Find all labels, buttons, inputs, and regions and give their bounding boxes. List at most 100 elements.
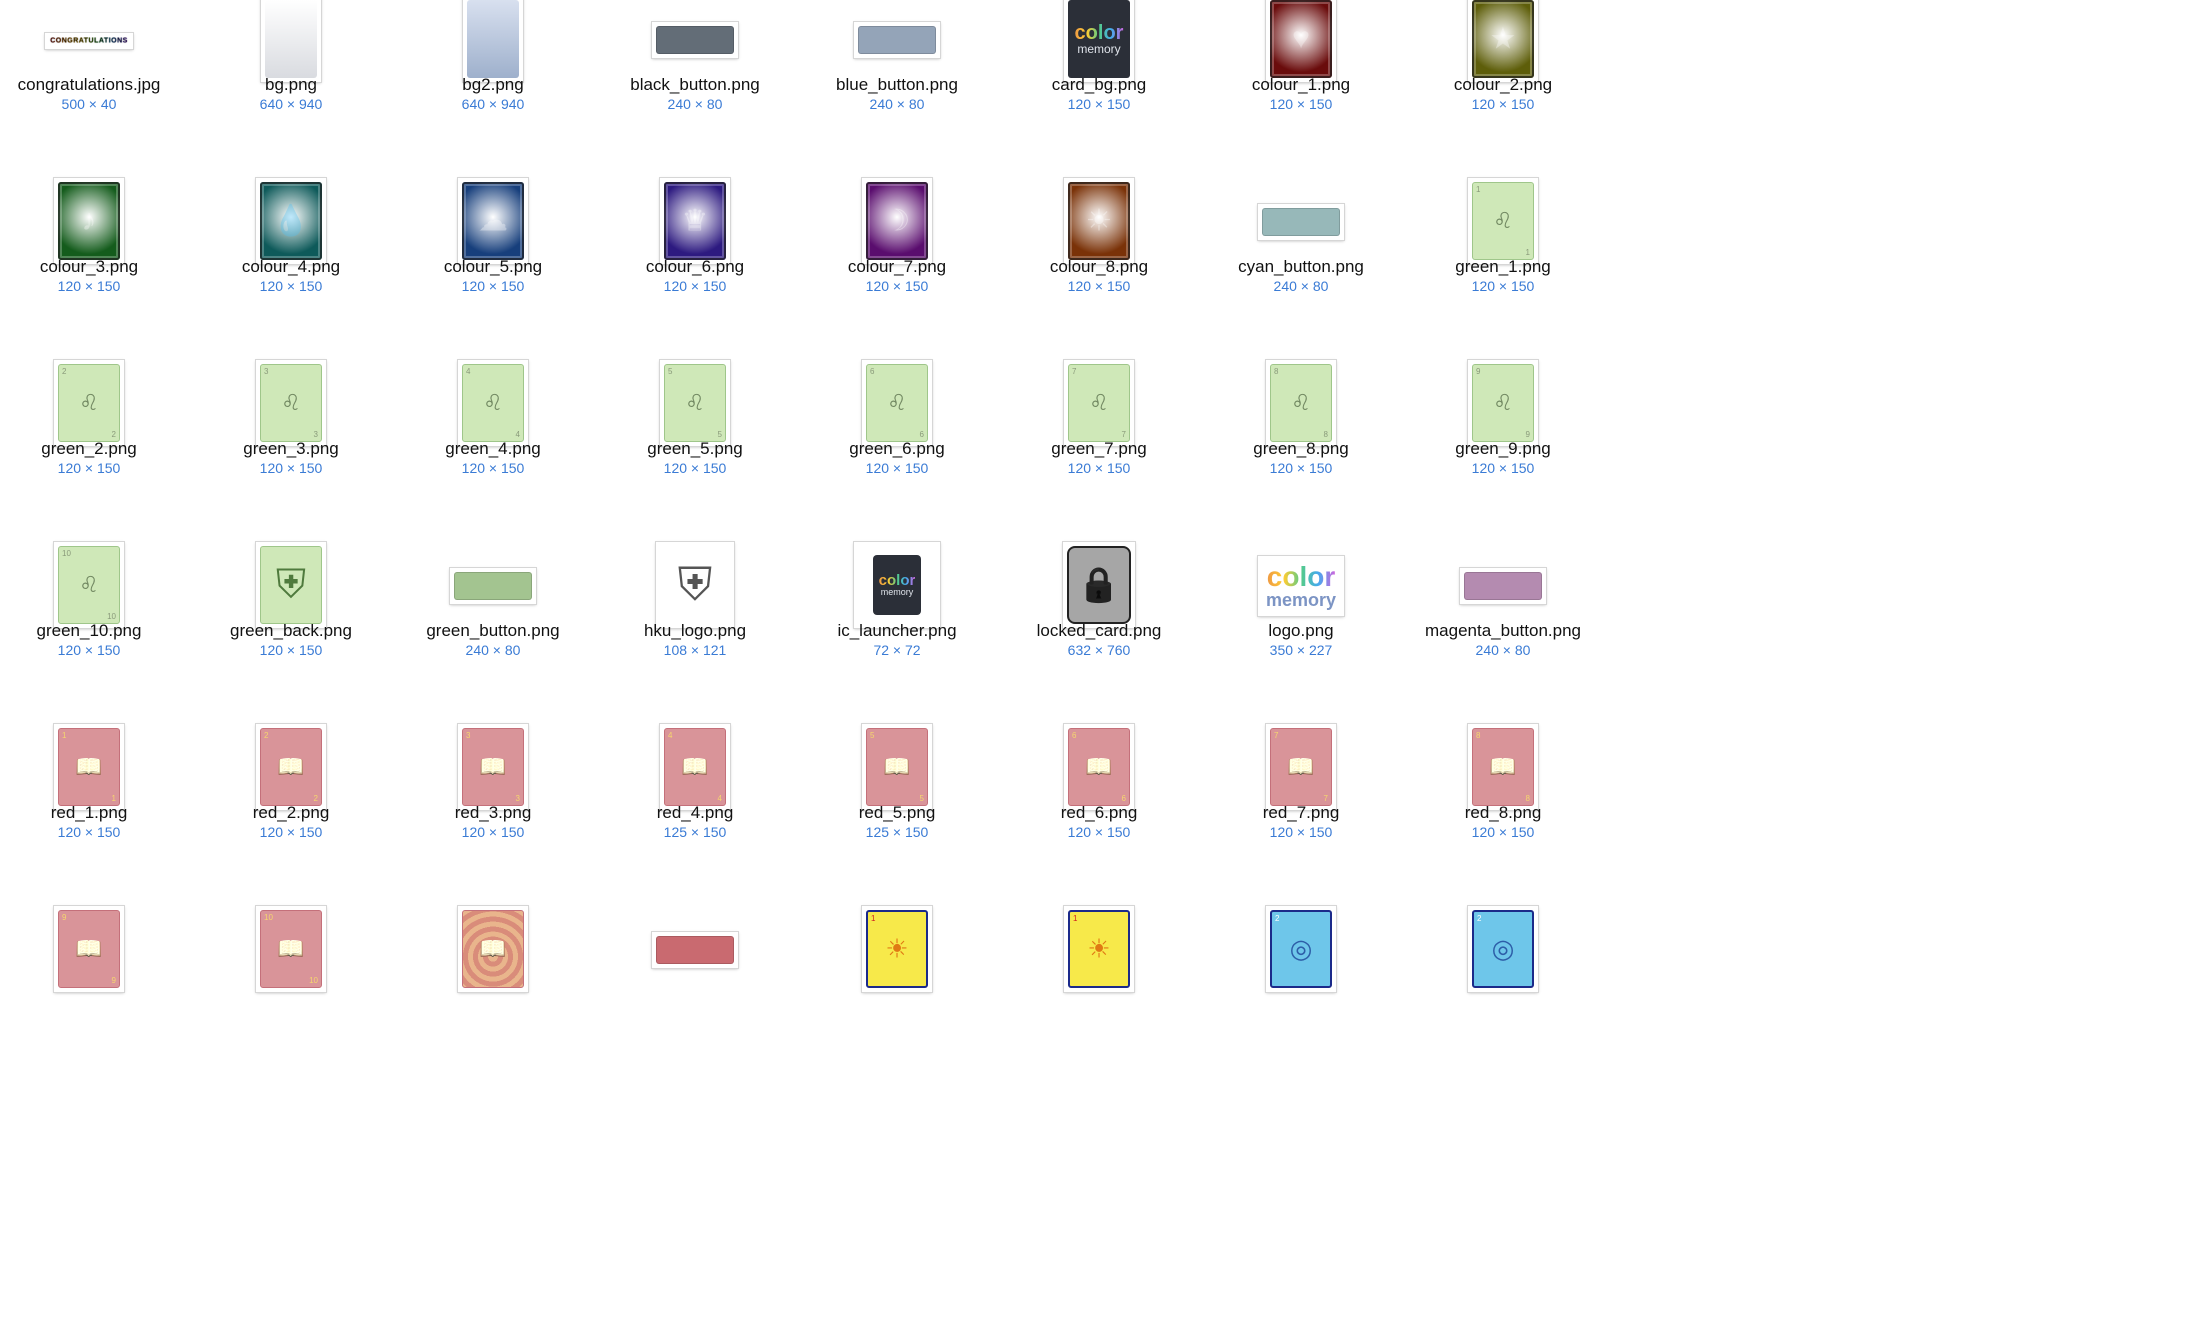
file-thumbnail[interactable] <box>463 0 523 82</box>
file-thumbnail[interactable]: ♌ 4 4 <box>458 360 528 446</box>
file-item[interactable]: 📖 3 3 red_3.png 120 × 150 <box>393 706 593 888</box>
file-item[interactable]: green_button.png 240 × 80 <box>393 524 593 706</box>
file-thumbnail[interactable]: 💧 <box>256 178 326 264</box>
file-item[interactable]: ♌ 7 7 green_7.png 120 × 150 <box>999 342 1199 524</box>
file-item[interactable]: color memory ic_launcher.png 72 × 72 <box>797 524 997 706</box>
file-item[interactable]: magenta_button.png 240 × 80 <box>1403 524 1603 706</box>
file-thumbnail[interactable]: ⛨ <box>256 542 326 628</box>
file-thumbnail[interactable]: ☀ 1 <box>1064 906 1134 992</box>
file-thumbnail[interactable]: 📖 <box>458 906 528 992</box>
file-item[interactable] <box>595 888 795 1070</box>
file-thumbnail[interactable] <box>652 932 738 968</box>
file-item[interactable]: ♌ 10 10 green_10.png 120 × 150 <box>0 524 189 706</box>
thumbnail-image: 📖 10 10 <box>260 910 322 988</box>
file-thumbnail[interactable] <box>450 568 536 604</box>
file-thumbnail[interactable]: 📖 2 2 <box>256 724 326 810</box>
file-thumbnail[interactable]: 📖 1 1 <box>54 724 124 810</box>
file-thumbnail[interactable]: ♌ 2 2 <box>54 360 124 446</box>
file-thumbnail[interactable]: 📖 7 7 <box>1266 724 1336 810</box>
file-thumbnail[interactable]: ◎ 2 <box>1468 906 1538 992</box>
file-thumbnail[interactable]: CONGRATULATIONS <box>45 33 133 49</box>
file-thumbnail[interactable]: ♌ 5 5 <box>660 360 730 446</box>
file-thumbnail[interactable]: 📖 4 4 <box>660 724 730 810</box>
file-thumbnail[interactable]: ♌ 8 8 <box>1266 360 1336 446</box>
file-thumbnail[interactable]: color memory <box>854 542 940 628</box>
file-thumbnail[interactable]: 📖 6 6 <box>1064 724 1134 810</box>
file-thumbnail[interactable] <box>854 22 940 58</box>
file-item[interactable]: ♌ 9 9 green_9.png 120 × 150 <box>1403 342 1603 524</box>
file-item[interactable]: 📖 4 4 red_4.png 125 × 150 <box>595 706 795 888</box>
file-thumbnail[interactable]: color memory <box>1258 556 1344 616</box>
file-item[interactable]: 📖 8 8 red_8.png 120 × 150 <box>1403 706 1603 888</box>
card-number: 4 <box>515 430 520 439</box>
file-item[interactable]: 📖 9 9 <box>0 888 189 1070</box>
file-thumbnail[interactable]: 📖 10 10 <box>256 906 326 992</box>
file-item[interactable]: 🔒 locked_card.png 632 × 760 <box>999 524 1199 706</box>
file-thumbnail[interactable]: ★ <box>1468 0 1538 82</box>
file-thumbnail[interactable]: ♪ <box>54 178 124 264</box>
file-item[interactable]: 📖 5 5 red_5.png 125 × 150 <box>797 706 997 888</box>
file-item[interactable]: ⛨ hku_logo.png 108 × 121 <box>595 524 795 706</box>
file-thumbnail[interactable]: ♌ 3 3 <box>256 360 326 446</box>
file-item[interactable]: color memory logo.png 350 × 227 <box>1201 524 1401 706</box>
file-thumbnail[interactable] <box>652 22 738 58</box>
file-item[interactable]: ☀ colour_8.png 120 × 150 <box>999 160 1199 342</box>
file-item[interactable]: ☀ 1 <box>797 888 997 1070</box>
file-item[interactable]: 📖 2 2 red_2.png 120 × 150 <box>191 706 391 888</box>
file-item[interactable]: ♥ colour_1.png 120 × 150 <box>1201 0 1401 160</box>
file-item[interactable]: ♌ 8 8 green_8.png 120 × 150 <box>1201 342 1401 524</box>
file-item[interactable]: ◎ 2 <box>1403 888 1603 1070</box>
file-item[interactable]: 💧 colour_4.png 120 × 150 <box>191 160 391 342</box>
file-thumbnail[interactable]: 📖 5 5 <box>862 724 932 810</box>
file-item[interactable]: ☽ colour_7.png 120 × 150 <box>797 160 997 342</box>
file-item[interactable]: ☀ 1 <box>999 888 1199 1070</box>
file-item[interactable]: bg.png 640 × 940 <box>191 0 391 160</box>
file-thumbnail[interactable]: ♌ 10 10 <box>54 542 124 628</box>
file-item[interactable]: 📖 <box>393 888 593 1070</box>
file-item[interactable]: ♌ 2 2 green_2.png 120 × 150 <box>0 342 189 524</box>
file-thumbnail[interactable]: 📖 9 9 <box>54 906 124 992</box>
file-thumbnail[interactable] <box>1258 204 1344 240</box>
file-item[interactable]: color memory card_bg.png 120 × 150 <box>999 0 1199 160</box>
file-thumbnail[interactable]: ☀ <box>1064 178 1134 264</box>
file-thumbnail[interactable] <box>261 0 321 82</box>
file-item[interactable]: 📖 7 7 red_7.png 120 × 150 <box>1201 706 1401 888</box>
file-thumbnail[interactable]: ◎ 2 <box>1266 906 1336 992</box>
file-item[interactable]: ♪ colour_3.png 120 × 150 <box>0 160 189 342</box>
file-item[interactable]: ☁ colour_5.png 120 × 150 <box>393 160 593 342</box>
file-item[interactable]: ★ colour_2.png 120 × 150 <box>1403 0 1603 160</box>
file-item[interactable]: ♌ 5 5 green_5.png 120 × 150 <box>595 342 795 524</box>
file-item[interactable]: ♌ 6 6 green_6.png 120 × 150 <box>797 342 997 524</box>
file-dimensions: 120 × 150 <box>259 278 323 294</box>
file-thumbnail[interactable]: 📖 3 3 <box>458 724 528 810</box>
file-item[interactable]: ♛ colour_6.png 120 × 150 <box>595 160 795 342</box>
file-name: magenta_button.png <box>1425 621 1581 640</box>
file-item[interactable]: ♌ 1 1 green_1.png 120 × 150 <box>1403 160 1603 342</box>
file-item[interactable]: bg2.png 640 × 940 <box>393 0 593 160</box>
file-thumbnail[interactable]: 📖 8 8 <box>1468 724 1538 810</box>
file-item[interactable]: blue_button.png 240 × 80 <box>797 0 997 160</box>
file-thumbnail[interactable]: ♌ 1 1 <box>1468 178 1538 264</box>
file-item[interactable]: ⛨ green_back.png 120 × 150 <box>191 524 391 706</box>
file-thumbnail[interactable]: ☀ 1 <box>862 906 932 992</box>
file-thumbnail[interactable]: ♌ 7 7 <box>1064 360 1134 446</box>
file-thumbnail[interactable]: ☁ <box>458 178 528 264</box>
file-thumbnail[interactable] <box>1460 568 1546 604</box>
file-item[interactable]: cyan_button.png 240 × 80 <box>1201 160 1401 342</box>
file-item[interactable]: 📖 10 10 <box>191 888 391 1070</box>
file-item[interactable]: 📖 1 1 red_1.png 120 × 150 <box>0 706 189 888</box>
file-thumbnail[interactable]: ♌ 6 6 <box>862 360 932 446</box>
file-item[interactable]: ♌ 4 4 green_4.png 120 × 150 <box>393 342 593 524</box>
file-item[interactable]: ♌ 3 3 green_3.png 120 × 150 <box>191 342 391 524</box>
file-thumbnail[interactable]: ☽ <box>862 178 932 264</box>
file-thumbnail[interactable]: ⛨ <box>656 542 734 628</box>
file-item[interactable]: black_button.png 240 × 80 <box>595 0 795 160</box>
file-thumbnail[interactable]: ♌ 9 9 <box>1468 360 1538 446</box>
file-item[interactable]: ◎ 2 <box>1201 888 1401 1070</box>
file-item[interactable]: 📖 6 6 red_6.png 120 × 150 <box>999 706 1199 888</box>
file-item[interactable]: CONGRATULATIONS congratulations.jpg 500 × … <box>0 0 189 160</box>
file-thumbnail[interactable]: ♥ <box>1266 0 1336 82</box>
file-thumbnail[interactable]: color memory <box>1064 0 1134 82</box>
file-thumbnail[interactable]: 🔒 <box>1063 542 1135 628</box>
file-thumbnail[interactable]: ♛ <box>660 178 730 264</box>
